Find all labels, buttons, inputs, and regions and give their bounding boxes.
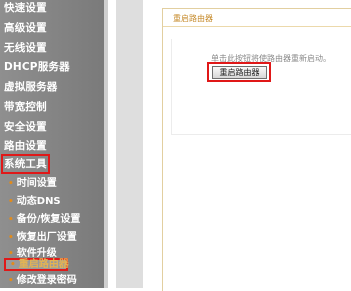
gutter <box>108 0 116 288</box>
sidebar-menu: 快速设置 高级设置 无线设置 DHCP服务器 虚拟服务器 带宽控制 安全设置 路… <box>0 0 105 288</box>
reboot-highlight: 重启路由器 <box>207 62 271 82</box>
menu-item-routing[interactable]: 路由设置 <box>0 139 100 153</box>
content-panel: 重启路由器 <box>162 8 351 291</box>
bullet-icon: • <box>8 179 14 189</box>
sidebar: 快速设置 高级设置 无线设置 DHCP服务器 虚拟服务器 带宽控制 安全设置 路… <box>0 0 105 288</box>
submenu-item-backup[interactable]: • 备份/恢复设置 <box>0 213 100 227</box>
title-divider <box>163 26 351 27</box>
menu-item-security[interactable]: 安全设置 <box>0 120 100 134</box>
menu-item-dhcp[interactable]: DHCP服务器 <box>0 60 100 74</box>
menu-item-advanced[interactable]: 高级设置 <box>0 21 100 35</box>
menu-item-wireless[interactable]: 无线设置 <box>0 41 100 55</box>
bullet-icon: • <box>8 215 14 225</box>
panel-title: 重启路由器 <box>173 14 213 23</box>
submenu-item-reboot[interactable]: • 重启路由器 <box>4 258 69 271</box>
bullet-icon: • <box>8 233 14 243</box>
menu-item-quick-setup[interactable]: 快速设置 <box>0 1 100 15</box>
submenu-item-change-password[interactable]: • 修改登录密码 <box>0 274 100 288</box>
submenu-item-time[interactable]: • 时间设置 <box>0 177 100 191</box>
bullet-icon: • <box>8 276 14 286</box>
menu-item-virtual-server[interactable]: 虚拟服务器 <box>0 80 100 94</box>
bullet-icon: • <box>8 197 14 207</box>
submenu-item-ddns[interactable]: • 动态DNS <box>0 195 100 209</box>
menu-item-bandwidth[interactable]: 带宽控制 <box>0 100 100 114</box>
bullet-icon: • <box>10 260 16 270</box>
gutter-shade <box>116 0 143 288</box>
submenu-item-factory-reset[interactable]: • 恢复出厂设置 <box>0 231 100 245</box>
menu-item-system-tools[interactable]: 系统工具 <box>0 154 100 174</box>
reboot-button[interactable]: 重启路由器 <box>212 66 267 79</box>
